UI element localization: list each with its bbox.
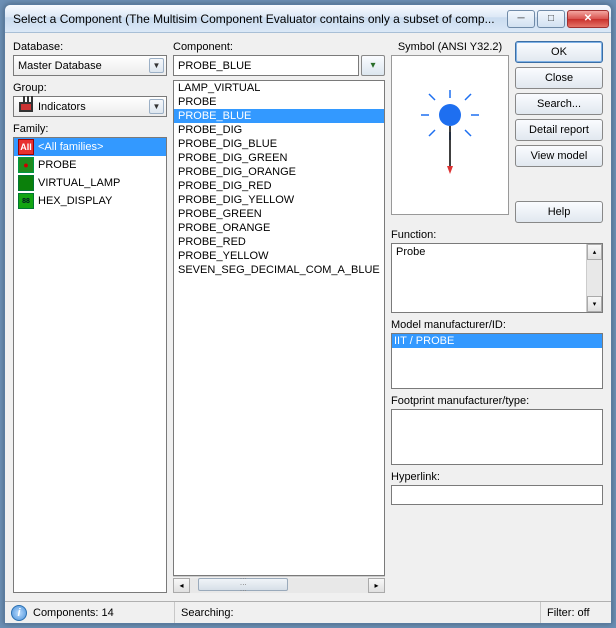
family-item-label: <All families> <box>38 141 103 153</box>
symbol-label: Symbol (ANSI Y32.2) <box>391 41 509 53</box>
lamp-icon <box>18 175 34 191</box>
filter-button[interactable]: ▾ <box>361 55 385 76</box>
help-button[interactable]: Help <box>515 201 603 223</box>
window-controls: ─ □ ✕ <box>507 10 609 28</box>
component-item[interactable]: PROBE_YELLOW <box>174 249 384 263</box>
close-button[interactable]: Close <box>515 67 603 89</box>
model-mfr-value: IIT / PROBE <box>392 334 602 348</box>
ok-button[interactable]: OK <box>515 41 603 63</box>
detail-report-button[interactable]: Detail report <box>515 119 603 141</box>
database-label: Database: <box>13 41 167 53</box>
component-item[interactable]: PROBE_GREEN <box>174 207 384 221</box>
component-item[interactable]: PROBE_DIG_GREEN <box>174 151 384 165</box>
left-column: Database: Master Database ▼ Group: Indic… <box>13 41 167 593</box>
component-item[interactable]: PROBE_ORANGE <box>174 221 384 235</box>
scroll-down-button[interactable]: ▾ <box>587 296 602 312</box>
family-item[interactable]: 88 HEX_DISPLAY <box>14 192 166 210</box>
component-item[interactable]: PROBE_DIG_BLUE <box>174 137 384 151</box>
family-item[interactable]: PROBE <box>14 156 166 174</box>
component-search-input[interactable] <box>173 55 359 76</box>
component-item[interactable]: PROBE_DIG_RED <box>174 179 384 193</box>
hyperlink-input[interactable] <box>391 485 603 505</box>
status-searching: Searching: <box>181 607 234 619</box>
minimize-button[interactable]: ─ <box>507 10 535 28</box>
titlebar[interactable]: Select a Component (The Multisim Compone… <box>5 5 611 33</box>
dialog-body: Database: Master Database ▼ Group: Indic… <box>5 33 611 601</box>
info-icon: i <box>11 605 27 621</box>
select-component-dialog: Select a Component (The Multisim Compone… <box>4 4 612 624</box>
window-title: Select a Component (The Multisim Compone… <box>13 12 507 26</box>
component-item[interactable]: LAMP_VIRTUAL <box>174 81 384 95</box>
indicators-icon <box>18 99 34 115</box>
hyperlink-label: Hyperlink: <box>391 471 603 483</box>
search-button[interactable]: Search... <box>515 93 603 115</box>
family-item[interactable]: All <All families> <box>14 138 166 156</box>
database-value: Master Database <box>18 60 102 72</box>
chevron-down-icon: ▼ <box>149 99 164 114</box>
maximize-button[interactable]: □ <box>537 10 565 28</box>
view-model-button[interactable]: View model <box>515 145 603 167</box>
component-item[interactable]: PROBE_RED <box>174 235 384 249</box>
group-combo[interactable]: Indicators ▼ <box>13 96 167 117</box>
vertical-scrollbar[interactable]: ▴ ▾ <box>586 244 602 312</box>
family-label: Family: <box>13 123 167 135</box>
probe-symbol-icon <box>420 90 480 180</box>
database-combo[interactable]: Master Database ▼ <box>13 55 167 76</box>
scroll-track[interactable] <box>190 578 368 593</box>
all-icon: All <box>18 139 34 155</box>
scroll-right-button[interactable]: ▸ <box>368 578 385 593</box>
component-item[interactable]: PROBE_BLUE <box>174 109 384 123</box>
family-item-label: VIRTUAL_LAMP <box>38 177 120 189</box>
model-mfr-listbox[interactable]: IIT / PROBE <box>391 333 603 389</box>
component-column: Component: ▾ LAMP_VIRTUALPROBEPROBE_BLUE… <box>173 41 385 593</box>
function-textbox[interactable]: Probe ▴ ▾ <box>391 243 603 313</box>
component-item[interactable]: PROBE_DIG_YELLOW <box>174 193 384 207</box>
footprint-mfr-label: Footprint manufacturer/type: <box>391 395 603 407</box>
close-window-button[interactable]: ✕ <box>567 10 609 28</box>
function-text: Probe <box>396 246 425 258</box>
family-list[interactable]: All <All families> PROBE VIRTUAL_LAMP 88 HEX_… <box>13 137 167 593</box>
scroll-thumb[interactable] <box>198 578 288 591</box>
component-list[interactable]: LAMP_VIRTUALPROBEPROBE_BLUEPROBE_DIGPROB… <box>173 80 385 576</box>
hex-icon: 88 <box>18 193 34 209</box>
group-value: Indicators <box>38 101 86 113</box>
family-item[interactable]: VIRTUAL_LAMP <box>14 174 166 192</box>
action-buttons: OK Close Search... Detail report View mo… <box>515 41 603 223</box>
symbol-preview <box>391 55 509 215</box>
group-label: Group: <box>13 82 167 94</box>
chevron-down-icon: ▼ <box>149 58 164 73</box>
model-mfr-label: Model manufacturer/ID: <box>391 319 603 331</box>
function-label: Function: <box>391 229 603 241</box>
family-item-label: PROBE <box>38 159 77 171</box>
component-item[interactable]: PROBE <box>174 95 384 109</box>
scroll-left-button[interactable]: ◂ <box>173 578 190 593</box>
right-column: Symbol (ANSI Y32.2) <box>391 41 603 593</box>
component-item[interactable]: SEVEN_SEG_DECIMAL_COM_A_BLUE <box>174 263 384 277</box>
horizontal-scrollbar[interactable]: ◂ ▸ <box>173 576 385 593</box>
component-label: Component: <box>173 41 385 53</box>
component-item[interactable]: PROBE_DIG <box>174 123 384 137</box>
probe-icon <box>18 157 34 173</box>
footprint-mfr-listbox[interactable] <box>391 409 603 465</box>
status-bar: i Components: 14 Searching: Filter: off <box>5 601 611 623</box>
scroll-up-button[interactable]: ▴ <box>587 244 602 260</box>
status-components: Components: 14 <box>33 607 114 619</box>
status-filter: Filter: off <box>547 607 590 619</box>
funnel-icon: ▾ <box>370 60 375 71</box>
family-item-label: HEX_DISPLAY <box>38 195 112 207</box>
component-item[interactable]: PROBE_DIG_ORANGE <box>174 165 384 179</box>
